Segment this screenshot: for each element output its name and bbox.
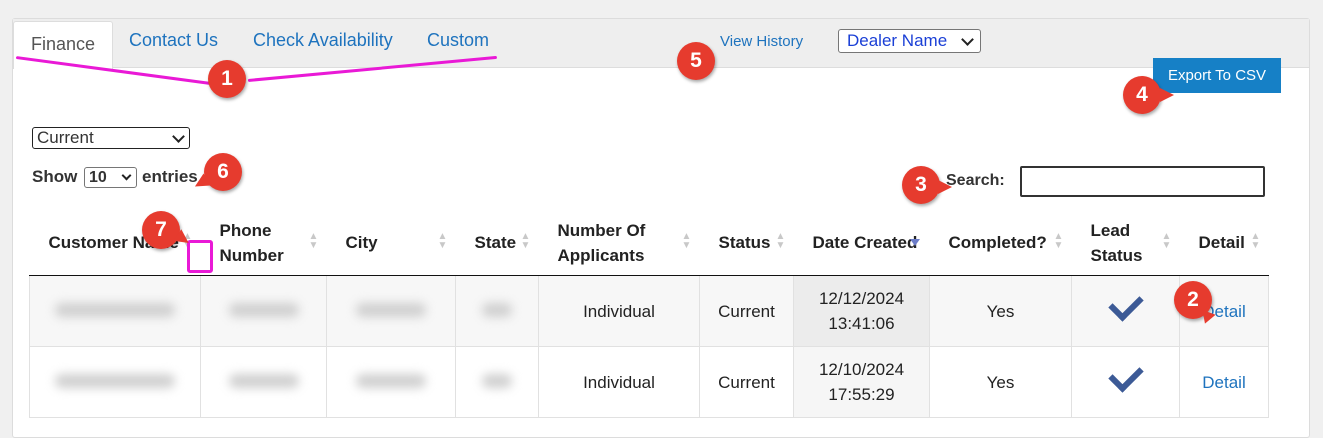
sort-icon[interactable]: ▲ ▼ xyxy=(438,232,448,252)
redacted-text xyxy=(55,302,175,317)
sort-icon[interactable]: ▲ ▼ xyxy=(309,232,319,252)
phone-cell-redacted xyxy=(200,346,327,418)
sort-icon[interactable]: ▲ ▼ xyxy=(776,232,786,252)
sort-icon[interactable]: ▲ ▼ xyxy=(1251,232,1261,252)
table-row: Individual Current 12/12/2024 13:41:06 Ye… xyxy=(29,275,1269,347)
col-lead-status[interactable]: Lead Status ▲ ▼ xyxy=(1071,210,1180,276)
status-filter-select[interactable]: Current xyxy=(32,127,190,149)
tab-contact-us[interactable]: Contact Us xyxy=(129,30,218,51)
table-header-row: Customer Name ▲ ▼ Phone Number ▲ ▼ City ▲ ▼ St… xyxy=(29,210,1269,276)
checkmark-icon xyxy=(1107,285,1144,322)
lead-status-cell xyxy=(1071,275,1180,347)
col-date-created[interactable]: Date Created xyxy=(793,210,930,276)
column-label: State xyxy=(474,233,517,252)
state-cell-redacted xyxy=(455,346,539,418)
time-text: 17:55:29 xyxy=(828,385,895,404)
status-cell: Current xyxy=(699,346,794,418)
city-cell-redacted xyxy=(326,275,456,347)
dealer-select-value: Dealer Name xyxy=(847,31,948,50)
chevron-down-icon xyxy=(172,130,185,143)
col-phone-number[interactable]: Phone Number ▲ ▼ xyxy=(200,210,327,276)
annotation-badge-1: 1 xyxy=(208,60,246,98)
badge-pointer xyxy=(938,180,952,194)
phone-cell-redacted xyxy=(200,275,327,347)
column-label: Number Of Applicants xyxy=(557,220,646,265)
col-completed[interactable]: Completed? ▲ ▼ xyxy=(929,210,1072,276)
search-input[interactable] xyxy=(1020,166,1265,197)
tab-custom[interactable]: Custom xyxy=(427,30,489,51)
redacted-text xyxy=(482,302,512,317)
col-state[interactable]: State ▲ ▼ xyxy=(455,210,539,276)
annotation-badge-3: 3 xyxy=(902,166,940,204)
tab-check-availability[interactable]: Check Availability xyxy=(253,30,393,51)
column-label: City xyxy=(345,233,378,252)
date-text: 12/10/2024 xyxy=(818,360,905,379)
annotation-highlight-box xyxy=(187,240,213,273)
completed-cell: Yes xyxy=(929,346,1072,418)
customer-name-cell-redacted xyxy=(29,346,201,418)
sort-icon[interactable]: ▲ ▼ xyxy=(1054,232,1064,252)
lead-status-cell xyxy=(1071,346,1180,418)
sort-icon[interactable]: ▲ ▼ xyxy=(521,232,531,252)
col-number-of-applicants[interactable]: Number Of Applicants ▲ ▼ xyxy=(538,210,700,276)
redacted-text xyxy=(228,373,299,388)
leads-table: Customer Name ▲ ▼ Phone Number ▲ ▼ City ▲ ▼ St… xyxy=(29,210,1269,418)
page-length-select[interactable]: 10 xyxy=(84,167,137,188)
search-label: Search: xyxy=(946,172,1005,189)
table-row: Individual Current 12/10/2024 17:55:29 Ye… xyxy=(29,346,1269,418)
state-cell-redacted xyxy=(455,275,539,347)
column-label: Status xyxy=(718,233,771,252)
column-label: Lead Status xyxy=(1090,220,1143,265)
applicants-cell: Individual xyxy=(538,275,700,347)
redacted-text xyxy=(356,373,426,388)
customer-name-cell-redacted xyxy=(29,275,201,347)
column-label: Date Created xyxy=(812,233,918,252)
column-label: Phone Number xyxy=(219,220,284,265)
sort-icon[interactable]: ▲ ▼ xyxy=(1162,232,1172,252)
date-created-cell: 12/12/2024 13:41:06 xyxy=(793,275,930,347)
show-label: Show xyxy=(32,167,78,186)
checkmark-icon xyxy=(1107,356,1144,393)
sort-icon[interactable]: ▲ ▼ xyxy=(682,232,692,252)
applicants-cell: Individual xyxy=(538,346,700,418)
tab-bar: Finance Contact Us Check Availability Cu… xyxy=(13,19,1309,69)
redacted-text xyxy=(356,302,426,317)
dealer-name-select[interactable]: Dealer Name xyxy=(838,29,981,53)
detail-cell: Detail xyxy=(1179,346,1269,418)
column-label: Detail xyxy=(1198,233,1245,252)
col-status[interactable]: Status ▲ ▼ xyxy=(699,210,794,276)
time-text: 13:41:06 xyxy=(828,314,895,333)
chevron-down-icon xyxy=(961,33,974,46)
chevron-down-icon xyxy=(121,170,132,181)
sort-descending-icon[interactable] xyxy=(909,239,920,246)
date-text: 12/12/2024 xyxy=(818,289,905,308)
redacted-text xyxy=(55,373,175,388)
col-city[interactable]: City ▲ ▼ xyxy=(326,210,456,276)
status-cell: Current xyxy=(699,275,794,347)
col-detail[interactable]: Detail ▲ ▼ xyxy=(1179,210,1269,276)
entries-label: entries xyxy=(142,167,198,186)
detail-link[interactable]: Detail xyxy=(1202,373,1245,392)
view-history-link[interactable]: View History xyxy=(720,33,803,50)
completed-cell: Yes xyxy=(929,275,1072,347)
page-length-value: 10 xyxy=(89,169,107,186)
badge-pointer xyxy=(1160,88,1174,102)
annotation-badge-7: 7 xyxy=(142,211,180,249)
date-created-cell: 12/10/2024 17:55:29 xyxy=(793,346,930,418)
redacted-text xyxy=(482,373,512,388)
annotation-badge-4: 4 xyxy=(1123,76,1161,114)
city-cell-redacted xyxy=(326,346,456,418)
redacted-text xyxy=(228,302,299,317)
column-label: Completed? xyxy=(948,233,1047,252)
status-filter-value: Current xyxy=(37,128,94,147)
